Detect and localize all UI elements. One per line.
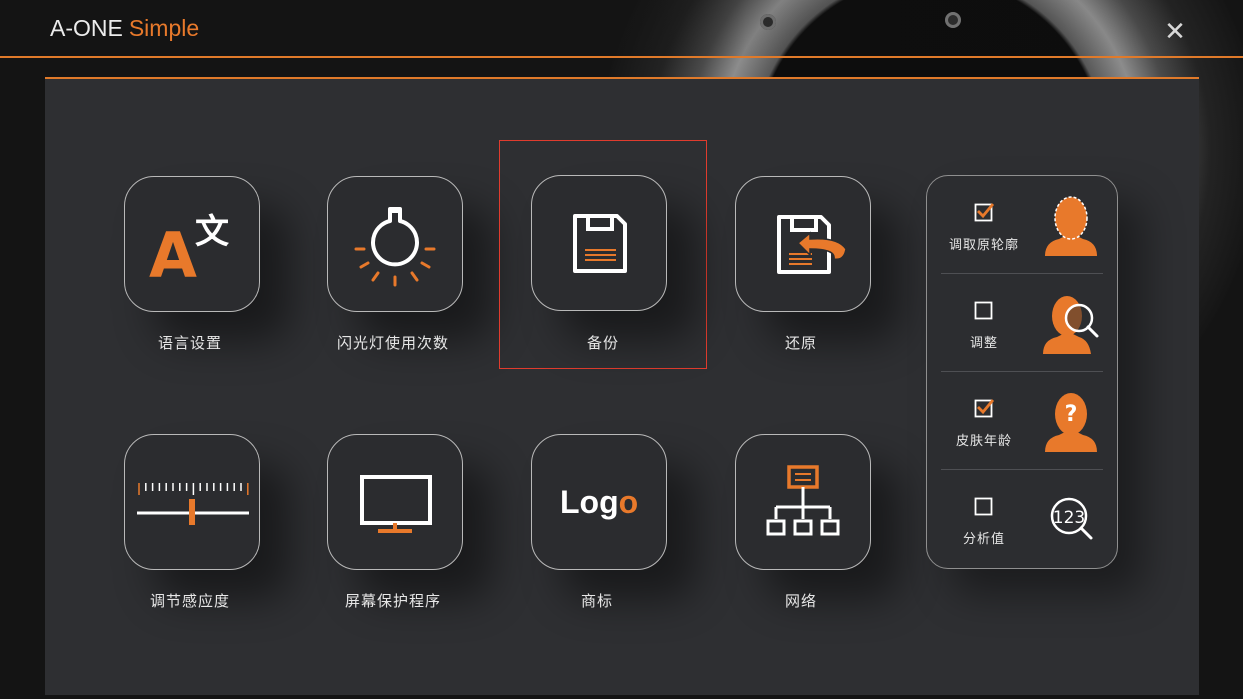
language-settings-tile[interactable]: A 文 语言设置 — [90, 156, 290, 356]
slider-ruler-icon — [137, 483, 249, 525]
tile-label: 闪光灯使用次数 — [336, 334, 449, 352]
checkbox-checked[interactable] — [974, 398, 994, 418]
face-outline-icon — [1045, 196, 1097, 256]
tile-label: 商标 — [580, 592, 613, 610]
settings-panel: A 文 语言设置 闪光灯使用次数 备份 还原 调节感应度 屏幕保护程序 Logo… — [45, 77, 1199, 695]
restore-tile-button[interactable] — [735, 176, 871, 312]
network-tile[interactable]: 网络 — [701, 414, 901, 614]
title-bar: A-ONE Simple ✕ — [0, 0, 1243, 58]
translate-icon: A 文 — [149, 212, 229, 292]
face-search-icon — [1043, 296, 1099, 354]
option-analysis-value[interactable]: 分析值 123 — [927, 470, 1117, 568]
brand-sub: Simple — [128, 15, 200, 41]
checkbox-unchecked[interactable] — [974, 496, 994, 516]
option-original-contour[interactable]: 调取原轮廓 — [927, 176, 1117, 274]
tile-label: 网络 — [784, 592, 817, 610]
floppy-disk-icon — [573, 214, 627, 273]
backup-tile-button[interactable] — [531, 175, 667, 311]
monitor-icon — [360, 475, 432, 533]
option-label: 分析值 — [962, 532, 1005, 547]
checkbox-unchecked[interactable] — [974, 300, 994, 320]
logo-icon: Logo — [560, 484, 638, 520]
number-search-text: 123 — [1053, 508, 1085, 528]
logo-tile[interactable]: Logo 商标 — [497, 414, 697, 614]
tile-label: 备份 — [586, 334, 619, 352]
restore-tile[interactable]: 还原 — [701, 156, 901, 356]
svg-text:Logo: Logo — [560, 484, 638, 520]
option-label: 调取原轮廓 — [948, 238, 1019, 253]
flash-tile-button[interactable] — [327, 176, 463, 312]
logo-letter: g — [599, 484, 619, 520]
app-brand: A-ONE Simple — [50, 15, 199, 42]
sensitivity-tile-button[interactable] — [124, 434, 260, 570]
sensitivity-tile[interactable]: 调节感应度 — [90, 414, 290, 614]
brand-main: A-ONE — [50, 15, 123, 41]
light-bulb-icon — [354, 207, 436, 287]
logo-letter: o — [619, 484, 639, 520]
restore-disk-icon — [777, 215, 847, 274]
close-button[interactable]: ✕ — [1159, 16, 1191, 48]
language-tile-button[interactable]: A 文 — [124, 176, 260, 312]
svg-text:?: ? — [1065, 402, 1078, 427]
logo-tile-button[interactable]: Logo — [531, 434, 667, 570]
option-label: 皮肤年龄 — [955, 434, 1012, 449]
analysis-options-panel: 调取原轮廓 调整 皮肤年龄 ? 分析值 123 — [926, 175, 1118, 569]
tile-label: 调节感应度 — [149, 592, 230, 610]
svg-text:文: 文 — [195, 212, 229, 252]
backup-tile[interactable]: 备份 — [499, 140, 707, 369]
number-search-icon: 123 — [1050, 497, 1093, 540]
screensaver-tile-button[interactable] — [327, 434, 463, 570]
option-adjust[interactable]: 调整 — [927, 274, 1117, 372]
network-icon — [766, 465, 840, 536]
tile-label: 还原 — [784, 334, 817, 352]
screensaver-tile[interactable]: 屏幕保护程序 — [293, 414, 493, 614]
tile-label: 屏幕保护程序 — [344, 592, 441, 610]
logo-letter: L — [560, 484, 580, 520]
option-skin-age[interactable]: 皮肤年龄 ? — [927, 372, 1117, 470]
network-tile-button[interactable] — [735, 434, 871, 570]
face-question-icon: ? — [1045, 393, 1097, 452]
logo-letter: o — [580, 484, 600, 520]
option-label: 调整 — [969, 336, 998, 351]
tile-label: 语言设置 — [157, 334, 222, 352]
checkbox-checked[interactable] — [974, 202, 994, 222]
svg-text:A: A — [149, 219, 197, 292]
flash-count-tile[interactable]: 闪光灯使用次数 — [293, 156, 493, 356]
